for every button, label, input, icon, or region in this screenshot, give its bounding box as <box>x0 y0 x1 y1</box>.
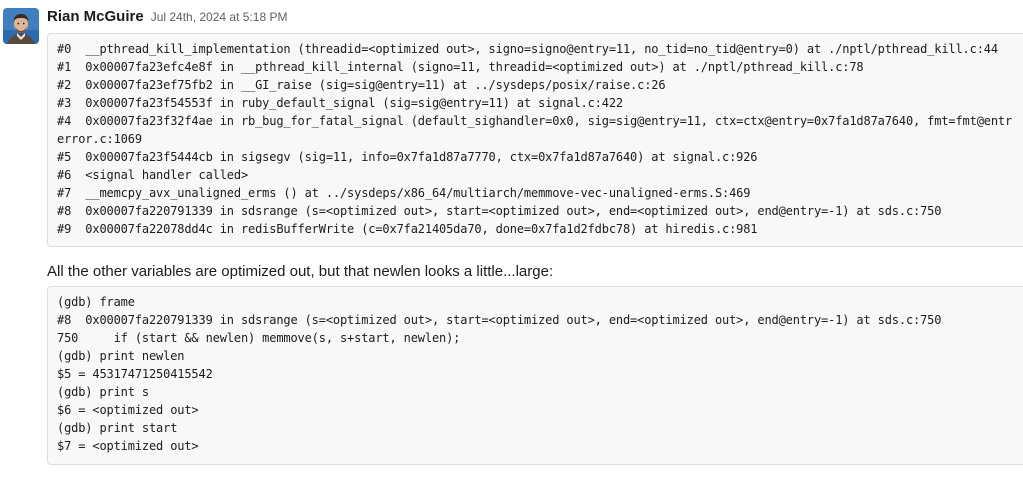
code-line: error.c:1069 <box>57 132 142 146</box>
code-line: #3 0x00007fa23f54553f in ruby_default_si… <box>57 96 623 110</box>
code-line: (gdb) frame <box>57 295 135 309</box>
author-name[interactable]: Rian McGuire <box>47 8 144 25</box>
code-line: $6 = <optimized out> <box>57 403 199 417</box>
code-line: (gdb) print s <box>57 385 149 399</box>
code-line: (gdb) print start <box>57 421 178 435</box>
code-line: #8 0x00007fa220791339 in sdsrange (s=<op… <box>57 204 942 218</box>
code-line: #9 0x00007fa22078dd4c in redisBufferWrit… <box>57 222 758 236</box>
user-avatar-photo-icon <box>3 8 39 44</box>
code-line: #2 0x00007fa23ef75fb2 in __GI_raise (sig… <box>57 78 666 92</box>
code-line: #1 0x00007fa23efc4e8f in __pthread_kill_… <box>57 60 864 74</box>
code-line: (gdb) print newlen <box>57 349 185 363</box>
message-header: Rian McGuire Jul 24th, 2024 at 5:18 PM <box>47 8 287 28</box>
backtrace-code-block: #0 __pthread_kill_implementation (thread… <box>47 33 1023 247</box>
avatar[interactable] <box>3 8 39 44</box>
gdb-code-block: (gdb) frame #8 0x00007fa220791339 in sds… <box>47 286 1023 465</box>
code-line: #5 0x00007fa23f5444cb in sigsegv (sig=11… <box>57 150 758 164</box>
message-text: All the other variables are optimized ou… <box>47 263 554 280</box>
code-line: $7 = <optimized out> <box>57 439 199 453</box>
code-line: #6 <signal handler called> <box>57 168 249 182</box>
code-line: #0 __pthread_kill_implementation (thread… <box>57 42 998 56</box>
message-timestamp[interactable]: Jul 24th, 2024 at 5:18 PM <box>151 10 288 24</box>
code-line: #7 __memcpy_avx_unaligned_erms () at ../… <box>57 186 751 200</box>
code-line: 750 if (start && newlen) memmove(s, s+st… <box>57 331 461 345</box>
code-line: $5 = 45317471250415542 <box>57 367 213 381</box>
code-line: #8 0x00007fa220791339 in sdsrange (s=<op… <box>57 313 942 327</box>
code-line: #4 0x00007fa23f32f4ae in rb_bug_for_fata… <box>57 114 1013 128</box>
